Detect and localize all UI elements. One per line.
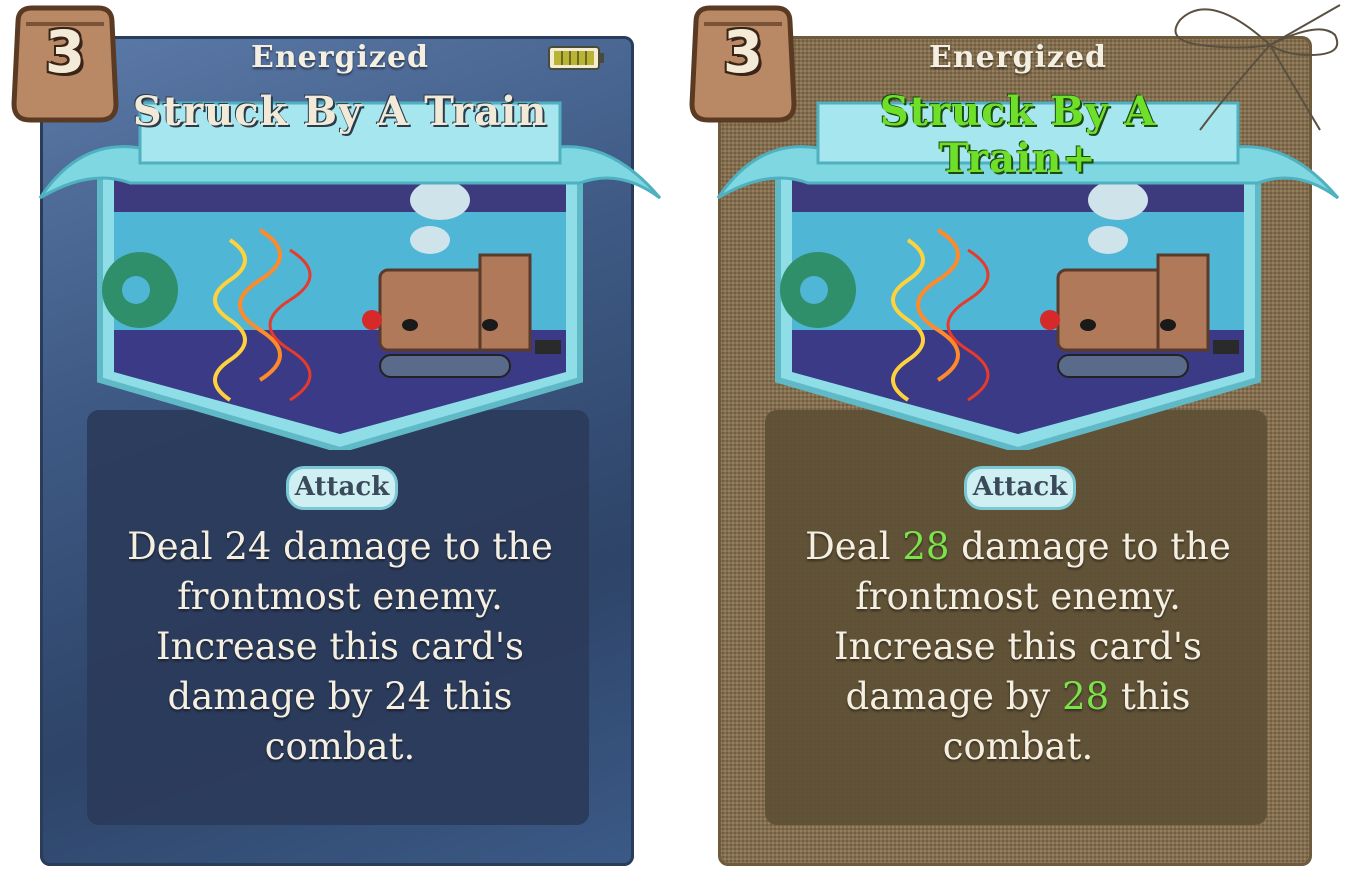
damage-value-upgraded: 28 (902, 525, 950, 568)
card-base[interactable]: Energized Struck By A Train 3 Attack Dea… (0, 0, 680, 874)
desc-line-4: damage by 24 this (167, 675, 513, 718)
card-keyword: Energized (250, 40, 430, 75)
desc-line-1: Deal 24 damage to the (127, 525, 553, 568)
card-title: Struck By A Train (132, 88, 548, 135)
desc-line-1: Deal 28 damage to the (805, 525, 1231, 568)
damage-value: 24 (224, 525, 272, 568)
desc-line-5: combat. (264, 725, 416, 768)
cost-value: 3 (44, 18, 86, 86)
type-label: Attack (294, 472, 390, 502)
twine-bow-icon (1174, 4, 1341, 131)
card-description: Deal 28 damage to the frontmost enemy. I… (788, 522, 1248, 772)
desc-line-2: frontmost enemy. (855, 575, 1181, 618)
desc-line-2: frontmost enemy. (177, 575, 503, 618)
desc-line-3: Increase this card's (833, 625, 1203, 668)
card-description: Deal 24 damage to the frontmost enemy. I… (110, 522, 570, 772)
increase-value-upgraded: 28 (1062, 675, 1110, 718)
desc-line-4: damage by 28 this (845, 675, 1191, 718)
battery-icon (548, 46, 604, 70)
cost-value: 3 (722, 18, 764, 86)
type-label: Attack (972, 472, 1068, 502)
desc-line-5: combat. (942, 725, 1094, 768)
desc-line-3: Increase this card's (155, 625, 525, 668)
increase-value: 24 (384, 675, 432, 718)
